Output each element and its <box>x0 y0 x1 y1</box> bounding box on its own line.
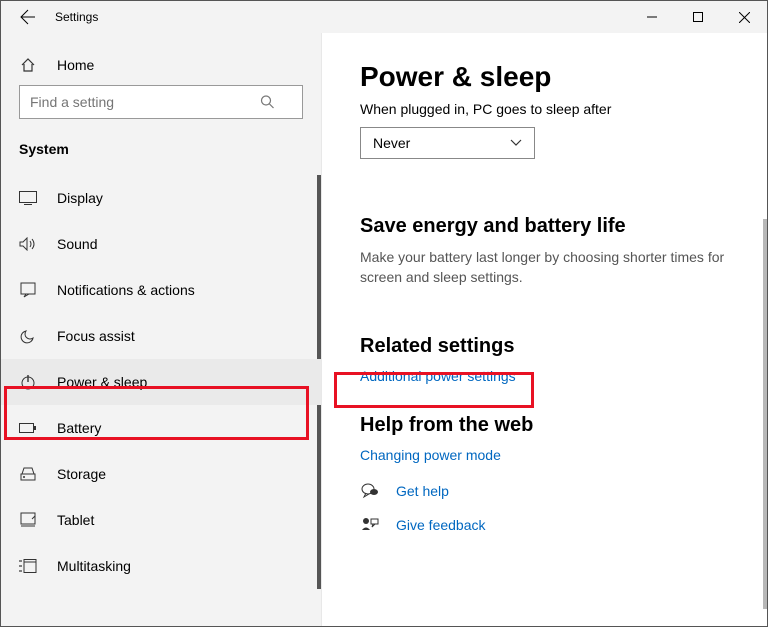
close-button[interactable] <box>721 1 767 33</box>
sidebar-item-multitasking[interactable]: Multitasking <box>1 543 321 589</box>
sidebar-item-label: Sound <box>57 236 97 252</box>
sidebar-item-label: Focus assist <box>57 328 135 344</box>
sidebar-item-label: Display <box>57 190 103 206</box>
sidebar-item-home[interactable]: Home <box>1 47 321 85</box>
plugged-in-label: When plugged in, PC goes to sleep after <box>360 101 729 117</box>
additional-power-settings-link[interactable]: Additional power settings <box>360 368 729 384</box>
chat-icon <box>360 483 380 499</box>
changing-power-mode-link[interactable]: Changing power mode <box>360 447 729 463</box>
back-icon[interactable] <box>19 9 37 25</box>
sidebar-home-label: Home <box>57 57 94 73</box>
sidebar-item-label: Tablet <box>57 512 94 528</box>
chevron-down-icon <box>510 139 522 147</box>
sidebar-item-label: Battery <box>57 420 101 436</box>
page-title: Power & sleep <box>360 61 729 93</box>
sidebar: Home System Display <box>1 33 322 626</box>
search-icon <box>260 95 275 110</box>
storage-icon <box>19 466 37 482</box>
get-help-row[interactable]: Get help <box>360 483 729 499</box>
energy-body: Make your battery last longer by choosin… <box>360 248 729 287</box>
window-title: Settings <box>55 10 98 24</box>
sidebar-item-storage[interactable]: Storage <box>1 451 321 497</box>
sidebar-item-label: Storage <box>57 466 106 482</box>
scroll-indicator-bottom <box>317 405 321 589</box>
scroll-indicator-top <box>317 175 321 359</box>
sidebar-item-label: Power & sleep <box>57 374 147 390</box>
sidebar-item-tablet[interactable]: Tablet <box>1 497 321 543</box>
related-heading: Related settings <box>360 335 729 358</box>
multitasking-icon <box>19 559 37 573</box>
get-help-link: Get help <box>396 483 449 499</box>
sidebar-item-sound[interactable]: Sound <box>1 221 321 267</box>
display-icon <box>19 191 37 205</box>
help-heading: Help from the web <box>360 414 729 437</box>
sidebar-item-label: Notifications & actions <box>57 282 195 298</box>
main-panel: Power & sleep When plugged in, PC goes t… <box>322 33 767 626</box>
sidebar-item-battery[interactable]: Battery <box>1 405 321 451</box>
sidebar-item-notifications[interactable]: Notifications & actions <box>1 267 321 313</box>
feedback-icon <box>360 517 380 533</box>
titlebar: Settings <box>1 1 767 33</box>
focus-icon <box>19 328 37 344</box>
select-value: Never <box>373 135 410 151</box>
sound-icon <box>19 237 37 251</box>
tablet-icon <box>19 512 37 528</box>
minimize-button[interactable] <box>629 1 675 33</box>
home-icon <box>19 57 37 73</box>
sidebar-item-power-sleep[interactable]: Power & sleep <box>1 359 321 405</box>
scrollbar[interactable] <box>763 219 767 609</box>
sidebar-item-focus-assist[interactable]: Focus assist <box>1 313 321 359</box>
sidebar-item-display[interactable]: Display <box>1 175 321 221</box>
maximize-button[interactable] <box>675 1 721 33</box>
notifications-icon <box>19 282 37 298</box>
battery-icon <box>19 422 37 434</box>
energy-heading: Save energy and battery life <box>360 215 729 238</box>
give-feedback-row[interactable]: Give feedback <box>360 517 729 533</box>
sidebar-item-label: Multitasking <box>57 558 131 574</box>
sleep-duration-select[interactable]: Never <box>360 127 535 159</box>
power-icon <box>19 374 37 390</box>
give-feedback-link: Give feedback <box>396 517 486 533</box>
sidebar-heading: System <box>1 137 321 175</box>
